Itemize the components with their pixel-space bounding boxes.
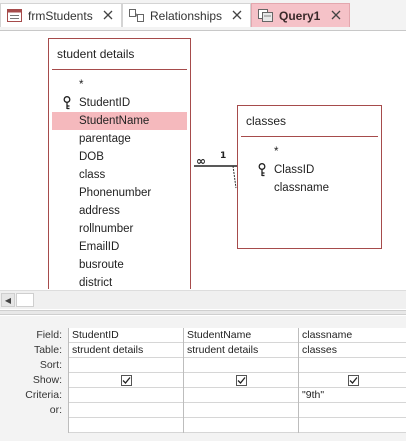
row-label-or: or: <box>49 404 62 416</box>
field-studentid[interactable]: StudentID <box>49 94 190 112</box>
close-icon[interactable] <box>329 8 343 22</box>
query-design-grid: Field: Table: Sort: Show: Criteria: or: … <box>0 316 406 441</box>
pane-splitter[interactable] <box>0 310 406 315</box>
grid-criteria-cell[interactable] <box>184 388 299 403</box>
grid-column-2: StudentName strudent details <box>183 328 299 433</box>
grid-field-cell[interactable]: StudentName <box>184 328 299 343</box>
close-icon[interactable] <box>101 8 115 22</box>
horizontal-scrollbar[interactable]: ◀ <box>0 290 406 309</box>
field-list-title[interactable]: student details <box>52 39 187 70</box>
row-label-criteria: Criteria: <box>25 389 62 401</box>
field-rollnumber[interactable]: rollnumber <box>49 220 190 238</box>
key-icon <box>258 163 266 177</box>
grid-sort-cell[interactable] <box>184 358 299 373</box>
field-district[interactable]: district <box>49 274 190 289</box>
query-design-upper-pane: ∞ 1 student details * StudentID StudentN… <box>0 31 406 289</box>
one-label: 1 <box>220 151 226 161</box>
tab-label: Query1 <box>279 8 321 23</box>
field-address[interactable]: address <box>49 202 190 220</box>
grid-table-cell[interactable]: strudent details <box>184 343 299 358</box>
form-icon <box>6 9 22 23</box>
grid-field-cell[interactable]: classname <box>299 328 406 343</box>
grid-show-cell <box>69 373 184 388</box>
tab-relationships[interactable]: Relationships <box>122 3 251 27</box>
field-studentname[interactable]: StudentName <box>52 112 187 130</box>
field-list-title[interactable]: classes <box>241 106 378 137</box>
field-list-student-details[interactable]: student details * StudentID StudentName … <box>48 38 191 289</box>
tab-label: Relationships <box>150 8 223 23</box>
grid-field-cell[interactable]: StudentID <box>69 328 184 343</box>
grid-sort-cell[interactable] <box>69 358 184 373</box>
row-label-show: Show: <box>32 374 62 386</box>
grid-show-cell <box>184 373 299 388</box>
grid-criteria-cell[interactable]: "9th" <box>299 388 406 403</box>
row-label-table: Table: <box>33 344 62 356</box>
show-checkbox[interactable] <box>347 374 359 386</box>
grid-column-3: classname classes "9th" <box>298 328 406 433</box>
field-label: ClassID <box>274 164 315 176</box>
row-label-field: Field: <box>36 329 62 341</box>
grid-row-labels: Field: Table: Sort: Show: Criteria: or: <box>0 328 66 433</box>
field-class[interactable]: class <box>49 166 190 184</box>
grid-show-cell <box>299 373 406 388</box>
scroll-left-arrow-icon[interactable]: ◀ <box>1 293 15 307</box>
field-classid[interactable]: ClassID <box>238 161 381 179</box>
field-classname[interactable]: classname <box>238 179 381 197</box>
show-checkbox[interactable] <box>121 374 132 386</box>
tab-frmstudents[interactable]: frmStudents <box>0 3 122 27</box>
document-tab-bar: frmStudents Relationships Query1 <box>0 0 406 31</box>
key-icon <box>63 96 71 110</box>
query-icon <box>257 9 273 23</box>
relationships-icon <box>128 9 144 23</box>
grid-table-cell[interactable]: strudent details <box>69 343 184 358</box>
field-busroute[interactable]: busroute <box>49 256 190 274</box>
tab-query1[interactable]: Query1 <box>251 3 350 27</box>
scroll-thumb[interactable] <box>16 293 34 307</box>
field-label: StudentID <box>79 97 131 109</box>
field-parentage[interactable]: parentage <box>49 130 190 148</box>
grid-or-cell[interactable] <box>69 403 184 418</box>
field-emailid[interactable]: EmailID <box>49 238 190 256</box>
field-phonenumber[interactable]: Phonenumber <box>49 184 190 202</box>
tab-label: frmStudents <box>28 8 93 23</box>
field-list-classes[interactable]: classes * ClassID classname <box>237 105 382 249</box>
close-icon[interactable] <box>230 8 244 22</box>
grid-or-cell[interactable] <box>184 403 299 418</box>
grid-criteria-cell[interactable] <box>69 388 184 403</box>
field-dob[interactable]: DOB <box>49 148 190 166</box>
grid-table-cell[interactable]: classes <box>299 343 406 358</box>
row-label-sort: Sort: <box>39 359 62 371</box>
many-label: ∞ <box>196 154 206 168</box>
grid-or-cell[interactable] <box>299 403 406 418</box>
grid-column-1: StudentID strudent details <box>68 328 184 433</box>
field-all[interactable]: * <box>49 76 190 94</box>
grid-sort-cell[interactable] <box>299 358 406 373</box>
field-all[interactable]: * <box>238 143 381 161</box>
show-checkbox[interactable] <box>236 374 247 386</box>
